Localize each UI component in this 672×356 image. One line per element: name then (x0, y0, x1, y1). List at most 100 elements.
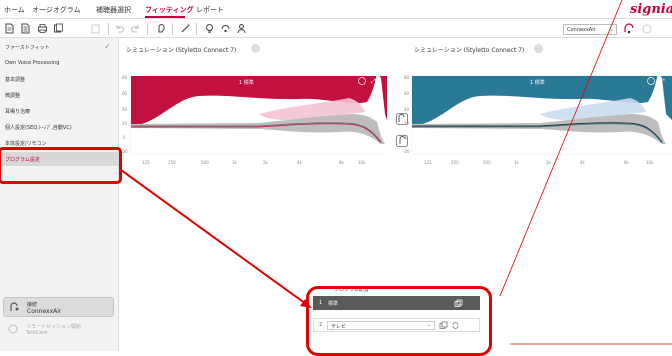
y-tick: 0 (405, 135, 408, 140)
x-tick: 500 (201, 160, 209, 165)
hearing-aid-connect-icon (9, 302, 20, 313)
copy-program-icon[interactable] (439, 321, 448, 330)
program-name: 標準 (328, 301, 339, 307)
paste-icon-disabled (90, 23, 101, 34)
sidebar-item-tinnitus[interactable]: 耳鳴り治療 (0, 104, 119, 118)
sidebar-item-label: ファーストフィット (5, 45, 50, 51)
sidebar-item-device-remote[interactable]: 本体設定/リモコン (0, 136, 119, 150)
x-tick: 2k (546, 160, 551, 165)
signia-logo: signia (630, 2, 672, 17)
program-panel-header: プログラム配置 (334, 287, 369, 293)
redo-icon[interactable] (130, 23, 141, 34)
menu-home[interactable]: ホーム (4, 5, 25, 15)
device-select-dropdown[interactable]: ConnexxAir ⌄ (563, 24, 617, 35)
program-number: 1 (319, 300, 323, 306)
expand-icon[interactable]: ⤢ (660, 78, 665, 85)
toolbar: ConnexxAir ⌄ (0, 20, 672, 38)
y-tick: 80 (122, 75, 128, 80)
x-tick: 125 (424, 160, 432, 165)
y-tick: 40 (404, 107, 410, 112)
lightbulb-icon[interactable] (204, 23, 215, 34)
sidebar: ファーストフィット ✓ Own Voice Processing 基本調整 微調整… (0, 38, 119, 351)
active-menu-underline (145, 16, 185, 18)
y-tick: 0 (123, 135, 126, 140)
y-tick: 20 (404, 121, 410, 126)
right-simulation-graph: 1 標準 ⤢ (411, 72, 672, 155)
x-tick: 4k (297, 160, 302, 165)
left-graph-program-label: 1 標準 (239, 79, 254, 86)
chevron-down-icon: ⌄ (608, 26, 614, 33)
connect-button[interactable]: 接続 ConnexxAir (3, 297, 114, 317)
menu-bar: ホーム オージオグラム 補聴器選択 フィッティング レポート signia (0, 0, 672, 19)
refresh-icon[interactable] (641, 23, 653, 35)
left-graph-info-dot[interactable] (251, 44, 260, 53)
document-icon[interactable] (4, 23, 15, 34)
person-icon[interactable] (236, 23, 247, 34)
program-row-1[interactable]: 1 標準 (313, 296, 480, 310)
sidebar-item-fine-tuning[interactable]: 微調整 (0, 88, 119, 102)
copy-icon[interactable] (53, 23, 64, 34)
wand-icon[interactable] (180, 23, 191, 34)
x-tick: 16k (358, 160, 366, 165)
x-tick: 1k (232, 160, 237, 165)
toolbar-separator (196, 23, 197, 35)
swap-program-icon[interactable] (451, 321, 460, 330)
right-graph-title: シミュレーション (Styletto Connect 7) (414, 47, 525, 54)
right-graph-info-dot[interactable] (534, 44, 543, 53)
x-tick: 2k (263, 160, 268, 165)
y-tick: -20 (121, 149, 128, 154)
connect-label: 接続 (27, 302, 38, 308)
wireless-connect-icon[interactable] (623, 23, 635, 35)
x-tick: 16k (646, 160, 654, 165)
program-select-value: テレビ (331, 324, 347, 330)
toolbar-separator (172, 23, 173, 35)
copy-program-icon[interactable] (454, 299, 463, 308)
save-document-icon[interactable] (20, 23, 31, 34)
toolbar-separator (147, 23, 148, 35)
x-tick: 500 (483, 160, 491, 165)
remote-session-icon (8, 324, 18, 334)
undo-icon[interactable] (114, 23, 125, 34)
sidebar-item-personal-settings[interactable]: 個人設定(SEQ,ﾄｰﾝﾌﾞ,自動VC) (0, 120, 119, 134)
x-tick: 4k (580, 160, 585, 165)
y-tick: 40 (122, 107, 128, 112)
program-row-2: 2 テレビ ⌄ (313, 318, 480, 332)
sidebar-item-own-voice[interactable]: Own Voice Processing (0, 56, 119, 70)
device-select-value: ConnexxAir (567, 27, 596, 33)
sound-icon[interactable] (220, 23, 231, 34)
x-tick: 8k (624, 160, 629, 165)
sidebar-item-first-fit[interactable]: ファーストフィット ✓ (0, 40, 119, 54)
remote-session-label: リモートセッション開始 (26, 324, 82, 330)
toolbar-separator (108, 23, 109, 35)
program-select-2[interactable]: テレビ ⌄ (327, 321, 435, 330)
y-tick: 60 (122, 91, 128, 96)
sidebar-item-basic-tuning[interactable]: 基本調整 (0, 72, 119, 86)
left-simulation-graph: 1 標準 ⤢ (130, 72, 387, 155)
y-tick: 20 (122, 121, 128, 126)
x-tick: 250 (451, 160, 459, 165)
checkmark-icon: ✓ (104, 42, 111, 51)
x-tick: 125 (142, 160, 150, 165)
y-tick: -20 (403, 149, 410, 154)
x-tick: 250 (168, 160, 176, 165)
hearing-aid-icon[interactable] (156, 23, 167, 34)
menu-fitting[interactable]: フィッティング (145, 5, 193, 15)
connect-device-label: ConnexxAir (27, 308, 62, 315)
x-tick: 1k (514, 160, 519, 165)
telecare-label: TeleCare (26, 330, 48, 336)
program-number: 2 (319, 322, 323, 328)
chevron-down-icon: ⌄ (426, 322, 431, 328)
print-icon[interactable] (37, 23, 48, 34)
app-window: ホーム オージオグラム 補聴器選択 フィッティング レポート signia Co… (0, 0, 672, 351)
expand-icon[interactable]: ⤢ (371, 78, 376, 85)
menu-audiogram[interactable]: オージオグラム (32, 5, 81, 15)
x-tick: 8k (339, 160, 344, 165)
y-tick: 60 (404, 91, 410, 96)
remote-session-button[interactable]: リモートセッション開始 TeleCare (3, 320, 114, 339)
sidebar-item-program-settings[interactable]: プログラム設定 (0, 152, 119, 166)
left-graph-title: シミュレーション (Styletto Connect 7) (126, 47, 237, 54)
y-tick: 80 (404, 75, 410, 80)
menu-device-select[interactable]: 補聴器選択 (96, 5, 131, 15)
right-graph-program-label: 1 標準 (530, 79, 545, 86)
menu-report[interactable]: レポート (196, 5, 224, 15)
